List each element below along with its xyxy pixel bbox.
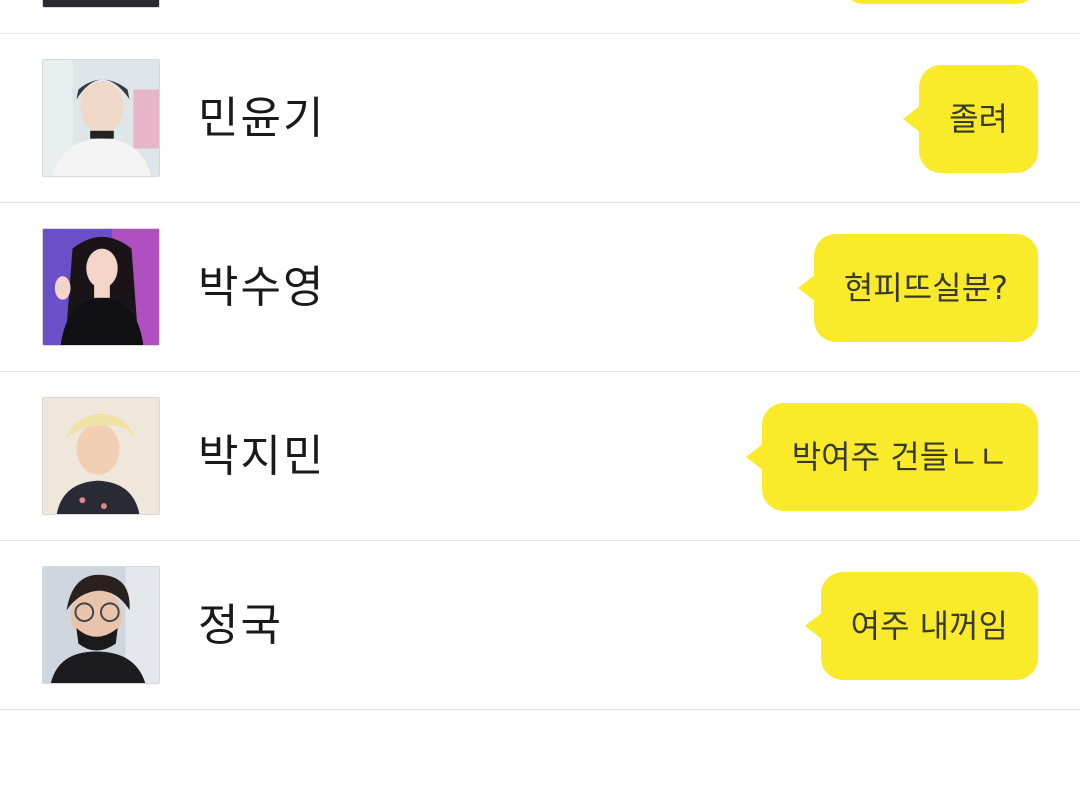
friend-name: 박지민 (198, 431, 326, 482)
status-message-bubble[interactable]: 여주 내꺼임 (804, 572, 1038, 680)
profile-photo-icon (43, 398, 159, 514)
friend-list: 민윤기 졸려 박수영 현피뜨실분? 박지민 박여주 건들ㄴㄴ 정국 여주 내꺼임 (0, 0, 1080, 810)
status-message-bubble[interactable]: 박여주 건들ㄴㄴ (745, 403, 1038, 511)
friend-avatar[interactable] (42, 228, 160, 346)
profile-photo-icon (43, 0, 159, 7)
friend-name: 정국 (198, 600, 283, 651)
friend-avatar[interactable] (42, 566, 160, 684)
friend-row[interactable]: 민윤기 졸려 (0, 35, 1080, 203)
friend-row[interactable]: 정국 여주 내꺼임 (0, 542, 1080, 710)
friend-avatar[interactable] (42, 397, 160, 515)
status-message-text: 현피뜨실분? (843, 269, 1008, 307)
friend-name: 민윤기 (198, 93, 326, 144)
status-message-text: 박여주 건들ㄴㄴ (791, 438, 1008, 476)
friend-avatar[interactable] (42, 0, 160, 8)
status-message-bubble[interactable] (842, 0, 1038, 4)
friend-row[interactable]: 박지민 박여주 건들ㄴㄴ (0, 373, 1080, 541)
profile-photo-icon (43, 229, 159, 345)
friend-row[interactable]: 박수영 현피뜨실분? (0, 204, 1080, 372)
profile-photo-icon (43, 567, 159, 683)
friend-name: 박수영 (198, 262, 326, 313)
status-message-text: 졸려 (949, 100, 1008, 138)
status-message-text: 여주 내꺼임 (850, 607, 1008, 645)
status-message-bubble[interactable]: 졸려 (903, 65, 1038, 173)
status-message-bubble[interactable]: 현피뜨실분? (797, 234, 1038, 342)
friend-avatar[interactable] (42, 59, 160, 177)
friend-row[interactable] (0, 0, 1080, 34)
profile-photo-icon (43, 60, 159, 176)
